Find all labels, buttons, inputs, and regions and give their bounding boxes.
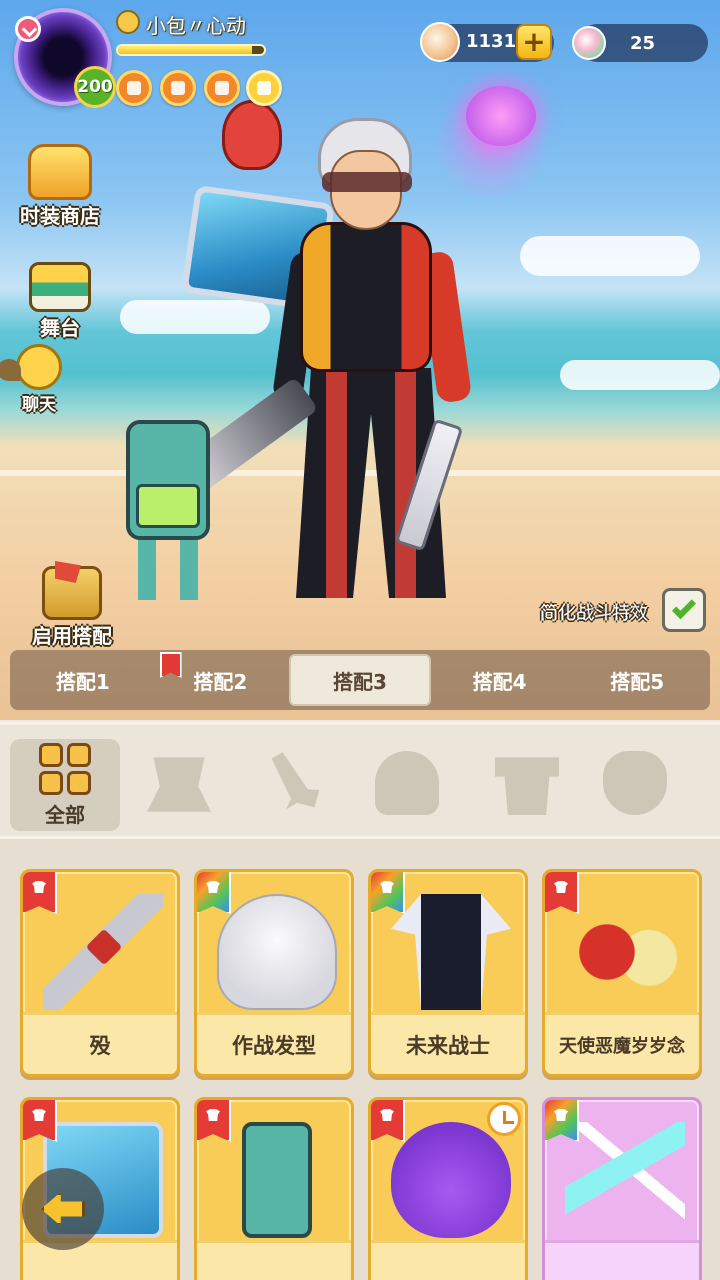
shirt-tag-icon	[197, 872, 231, 914]
sword-icon	[43, 894, 163, 1010]
item-card[interactable]	[542, 1097, 702, 1280]
shirt-tag-icon	[23, 1100, 57, 1142]
slime-pet-icon	[466, 86, 536, 146]
apply-outfit-button[interactable]: 启用搭配	[22, 566, 122, 649]
shell-count: 1131	[466, 31, 517, 52]
tab-label: 搭配5	[610, 669, 665, 694]
tab-label: 搭配3	[333, 669, 387, 694]
timer-icon	[487, 1102, 521, 1136]
check-icon	[671, 595, 697, 620]
shop-icon	[28, 144, 92, 200]
pet-icon	[603, 751, 667, 815]
gem-currency-icon	[572, 26, 606, 60]
item-card[interactable]	[194, 1097, 354, 1280]
medal-icon[interactable]	[160, 70, 196, 106]
outfit-tabs: 搭配1 搭配2 搭配3 搭配4 搭配5	[10, 650, 710, 710]
category-weapon[interactable]	[238, 737, 348, 829]
medal-icon[interactable]	[116, 70, 152, 106]
experience-fill	[118, 46, 253, 54]
item-card[interactable]: 未来战士	[368, 869, 528, 1077]
item-card[interactable]: 天使恶魔岁岁念	[542, 869, 702, 1077]
item-name: 殁	[23, 1012, 177, 1074]
robot-legs	[138, 540, 198, 600]
medal-icon[interactable]	[204, 70, 240, 106]
back-arrow-icon	[41, 1192, 85, 1226]
item-card[interactable]: 殁	[20, 869, 180, 1077]
tab-outfit-3[interactable]: 搭配3	[289, 654, 431, 706]
category-all[interactable]: 全部	[10, 739, 120, 831]
chat-icon	[0, 344, 62, 390]
tab-label: 搭配1	[55, 669, 110, 694]
hero-visor	[322, 172, 412, 192]
outfit-icon	[147, 757, 211, 812]
item-name: 天使恶魔岁岁念	[545, 1012, 699, 1074]
category-hair[interactable]	[352, 737, 462, 829]
chat-button[interactable]: 聊天	[0, 344, 74, 415]
crown-icon[interactable]	[246, 70, 282, 106]
robot-pet-icon	[242, 1122, 312, 1238]
item-card[interactable]	[368, 1097, 528, 1280]
category-all-label: 全部	[45, 802, 85, 827]
apply-outfit-label: 启用搭配	[32, 624, 112, 648]
cloud	[560, 360, 720, 390]
shirt-tag-icon	[23, 872, 57, 914]
tab-outfit-4[interactable]: 搭配4	[431, 654, 569, 706]
hair-icon	[375, 751, 439, 815]
shell-currency-icon	[420, 22, 460, 62]
item-name: 未来战士	[371, 1012, 525, 1074]
fashion-shop-button[interactable]: 时装商店	[10, 144, 110, 229]
level-badge: 200	[74, 66, 116, 108]
avatar-badge-icon	[15, 16, 41, 42]
item-name	[197, 1240, 351, 1280]
suit-icon	[391, 894, 511, 1010]
grid-icon	[39, 742, 91, 795]
item-name: 作战发型	[197, 1012, 351, 1074]
devil-slime-icon	[391, 1122, 511, 1238]
tab-outfit-1[interactable]: 搭配1	[14, 654, 152, 706]
fashion-shop-label: 时装商店	[20, 204, 100, 228]
experience-bar	[116, 44, 266, 56]
tab-outfit-2[interactable]: 搭配2	[152, 652, 290, 706]
shirt-tag-icon	[159, 652, 182, 678]
back-button[interactable]	[22, 1168, 104, 1250]
flag-icon	[42, 566, 102, 620]
shirt-tag-icon	[545, 872, 579, 914]
tab-label: 搭配2	[193, 669, 248, 694]
shirt-tag-icon	[371, 1100, 405, 1142]
shirt-icon	[495, 757, 559, 815]
tab-label: 搭配4	[472, 669, 527, 694]
item-name	[371, 1240, 525, 1280]
hair-icon	[217, 894, 337, 1010]
robot-screen	[136, 484, 200, 528]
chat-label: 聊天	[22, 395, 56, 415]
pets-icon	[565, 894, 685, 1010]
category-outfit[interactable]	[124, 737, 234, 829]
simplify-effects-checkbox[interactable]	[662, 588, 706, 632]
hero-jacket	[300, 222, 432, 372]
shirt-tag-icon	[197, 1100, 231, 1142]
category-bar: 全部	[0, 722, 720, 834]
stage-button[interactable]: 舞台	[10, 262, 110, 341]
shirt-tag-icon	[371, 872, 405, 914]
emoji-face-icon	[116, 10, 140, 34]
devil-pet-icon	[222, 100, 282, 170]
cloud	[520, 236, 700, 276]
gem-count: 25	[630, 33, 656, 54]
category-top[interactable]	[472, 737, 582, 829]
cloud	[120, 300, 270, 334]
item-name	[545, 1240, 699, 1280]
add-currency-button[interactable]: +	[516, 24, 552, 60]
blade-icon	[565, 1122, 685, 1238]
player-name: 小包〃心动	[146, 14, 246, 38]
item-card[interactable]: 作战发型	[194, 869, 354, 1077]
simplify-effects-label: 简化战斗特效	[540, 603, 648, 624]
category-pet[interactable]	[580, 737, 690, 829]
tab-outfit-5[interactable]: 搭配5	[568, 654, 706, 706]
sword-icon	[249, 739, 336, 826]
stage-label: 舞台	[40, 316, 80, 340]
shirt-tag-icon	[545, 1100, 579, 1142]
stage-icon	[29, 262, 91, 312]
item-grid: 殁 作战发型 未来战士 天使恶魔岁岁念	[0, 836, 720, 1280]
